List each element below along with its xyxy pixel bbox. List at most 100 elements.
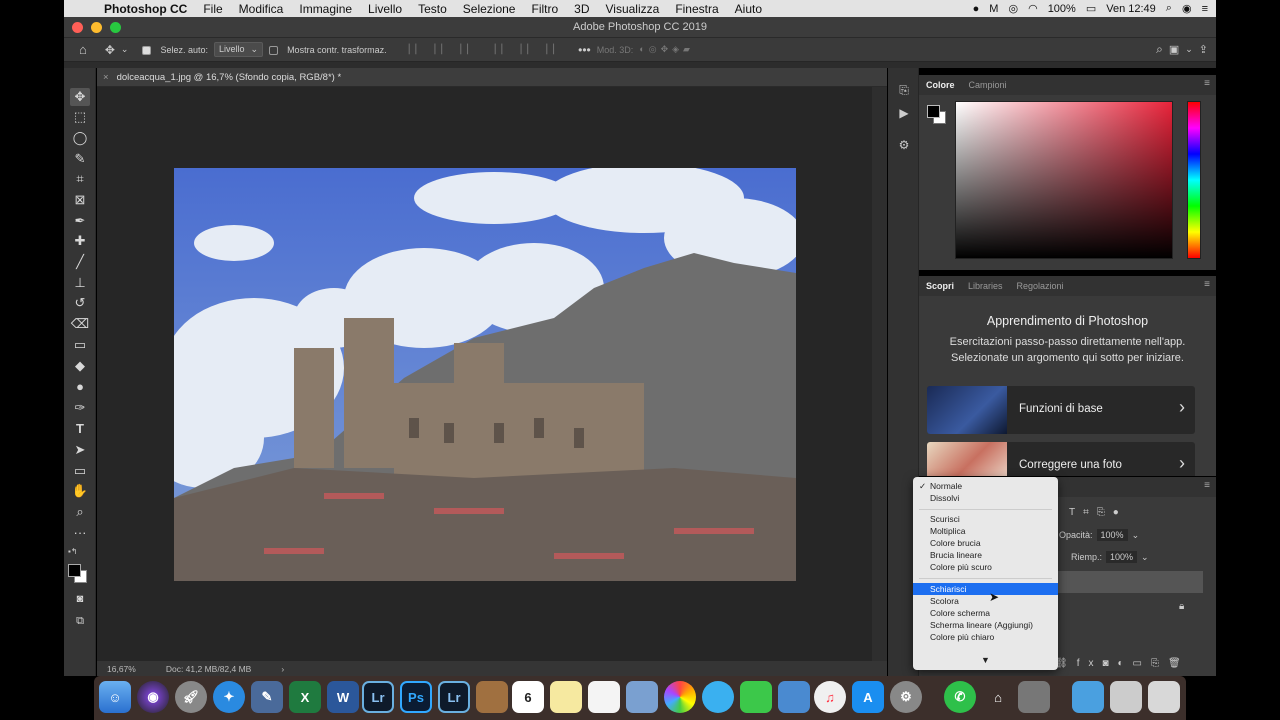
gradient-tool-icon[interactable]: ▭: [70, 336, 90, 354]
eraser-tool-icon[interactable]: ⌫: [70, 315, 90, 333]
panel-menu-icon[interactable]: ≡: [1204, 279, 1210, 290]
tab-colore[interactable]: Colore: [926, 80, 955, 90]
opacity-value[interactable]: 100%: [1096, 529, 1128, 541]
menu-livello[interactable]: Livello: [360, 2, 410, 16]
more-options-icon[interactable]: •••: [578, 43, 591, 57]
airplay-icon[interactable]: ◎: [1008, 2, 1018, 15]
reminders-icon[interactable]: [588, 681, 620, 713]
type-tool-icon[interactable]: T: [70, 420, 90, 438]
hand-tool-icon[interactable]: ✋: [70, 482, 90, 500]
wifi-icon[interactable]: ◠: [1028, 2, 1038, 15]
tab-regolazioni[interactable]: Regolazioni: [1017, 281, 1064, 291]
tab-scopri[interactable]: Scopri: [926, 281, 954, 291]
close-document-icon[interactable]: ×: [103, 72, 109, 83]
screen-capture-icon[interactable]: [1018, 681, 1050, 713]
chevron-down-icon[interactable]: ⌄: [1185, 44, 1193, 55]
layer-row-selected[interactable]: [1055, 571, 1203, 593]
hue-slider[interactable]: [1187, 101, 1201, 259]
chevron-down-icon[interactable]: ⌄: [1132, 530, 1140, 541]
blend-option-dissolvi[interactable]: Dissolvi: [913, 492, 1058, 504]
app-store-icon[interactable]: A: [852, 681, 884, 713]
lightroom-classic-icon[interactable]: Lr: [362, 681, 394, 713]
malwarebytes-icon[interactable]: M: [989, 3, 998, 15]
auto-select-checkbox[interactable]: [142, 44, 154, 55]
system-preferences-icon[interactable]: ⚙: [890, 681, 922, 713]
spotlight-search-icon[interactable]: ⌕: [1166, 2, 1172, 15]
fill-value[interactable]: 100%: [1106, 551, 1138, 563]
excel-icon[interactable]: X: [289, 681, 321, 713]
path-selection-tool-icon[interactable]: ➤: [70, 441, 90, 459]
menu-immagine[interactable]: Immagine: [291, 2, 360, 16]
photoshop-icon[interactable]: Ps: [400, 681, 432, 713]
safari-icon[interactable]: ✦: [213, 681, 245, 713]
frame-tool-icon[interactable]: ⊠: [70, 191, 90, 209]
menu-3d[interactable]: 3D: [566, 2, 597, 16]
screen-mode-icon[interactable]: ⧉: [70, 612, 90, 630]
blend-option-colore-piu-scuro[interactable]: Colore più scuro: [913, 561, 1058, 573]
blur-tool-icon[interactable]: ◆: [70, 357, 90, 375]
layer-filter-icons[interactable]: T⌗⎘●: [1069, 507, 1127, 518]
brush-tool-icon[interactable]: ╱: [70, 253, 90, 271]
documents-stack-icon[interactable]: [1110, 681, 1142, 713]
lasso-tool-icon[interactable]: ◯: [70, 129, 90, 147]
show-transform-checkbox[interactable]: [269, 44, 281, 55]
preview-icon[interactable]: ✎: [251, 681, 283, 713]
dodge-tool-icon[interactable]: ●: [70, 378, 90, 396]
blend-option-normale[interactable]: ✓ Normale: [913, 480, 1058, 492]
history-brush-tool-icon[interactable]: ↺: [70, 294, 90, 312]
record-icon[interactable]: ●: [973, 3, 980, 15]
blend-option-schiarisci[interactable]: Schiarisci: [913, 583, 1058, 595]
word-icon[interactable]: W: [327, 681, 359, 713]
default-colors-icon[interactable]: ▪↰: [68, 547, 78, 556]
panel-menu-icon[interactable]: ≡: [1204, 78, 1210, 89]
auto-select-dropdown[interactable]: Livello ⌄: [214, 42, 264, 57]
history-panel-icon[interactable]: ⎘: [895, 83, 913, 101]
healing-brush-tool-icon[interactable]: ✚: [70, 232, 90, 250]
blend-option-brucia-lineare[interactable]: Brucia lineare: [913, 549, 1058, 561]
clone-stamp-tool-icon[interactable]: ⊥: [70, 274, 90, 292]
panel-menu-icon[interactable]: ≡: [1204, 480, 1210, 491]
quick-mask-icon[interactable]: ◙: [70, 590, 90, 608]
photos-icon[interactable]: [664, 681, 696, 713]
clock[interactable]: Ven 12:49: [1106, 3, 1156, 15]
notebook-icon[interactable]: [476, 681, 508, 713]
layers-footer-icons[interactable]: ⛓fx◙◐▭⎘🗑︎: [1055, 658, 1190, 669]
share-icon[interactable]: ⇪: [1199, 43, 1208, 56]
rectangle-tool-icon[interactable]: ▭: [70, 462, 90, 480]
move-tool-icon[interactable]: ✥: [70, 88, 90, 106]
blend-option-scurisci[interactable]: Scurisci: [913, 513, 1058, 525]
menu-aiuto[interactable]: Aiuto: [727, 2, 770, 16]
foreground-color-chip[interactable]: [927, 105, 940, 118]
menu-app-name[interactable]: Photoshop CC: [96, 2, 195, 16]
learn-card-basics[interactable]: Funzioni di base ›: [927, 386, 1195, 434]
notes-icon[interactable]: [550, 681, 582, 713]
quick-select-tool-icon[interactable]: ✎: [70, 150, 90, 168]
menu-modifica[interactable]: Modifica: [231, 2, 292, 16]
finder-icon[interactable]: ☺: [99, 681, 131, 713]
opacity-control[interactable]: Opacità: 100% ⌄: [1059, 529, 1139, 541]
zoom-tool-icon[interactable]: ⌕: [70, 503, 90, 521]
3d-mode-icons[interactable]: ◐◎✥◈▰: [639, 44, 694, 55]
marquee-tool-icon[interactable]: ⬚: [70, 108, 90, 126]
menu-visualizza[interactable]: Visualizza: [598, 2, 668, 16]
launchpad-icon[interactable]: 🚀︎: [175, 681, 207, 713]
blend-option-scolora[interactable]: Scolora: [913, 595, 1058, 607]
color-spectrum-field[interactable]: [955, 101, 1173, 259]
pen-tool-icon[interactable]: ✑: [70, 399, 90, 417]
home-icon[interactable]: ⌂: [79, 42, 87, 57]
hanger-app-icon[interactable]: ⌂: [982, 681, 1014, 713]
siri-icon[interactable]: ◉: [137, 681, 169, 713]
maps-icon[interactable]: [626, 681, 658, 713]
canvas-area[interactable]: [97, 87, 872, 662]
calendar-icon[interactable]: 6: [512, 681, 544, 713]
move-tool-preset-icon[interactable]: ✥: [105, 43, 115, 57]
status-menu-icon[interactable]: ›: [281, 664, 284, 674]
foreground-color-swatch[interactable]: [68, 564, 81, 577]
whatsapp-icon[interactable]: ✆: [944, 681, 976, 713]
menu-testo[interactable]: Testo: [410, 2, 455, 16]
vertical-scrollbar[interactable]: [872, 87, 887, 662]
menu-file[interactable]: File: [195, 2, 230, 16]
facetime-icon[interactable]: [740, 681, 772, 713]
siri-icon[interactable]: ◉: [1182, 2, 1192, 15]
workspace-icon[interactable]: ▣: [1169, 43, 1179, 56]
